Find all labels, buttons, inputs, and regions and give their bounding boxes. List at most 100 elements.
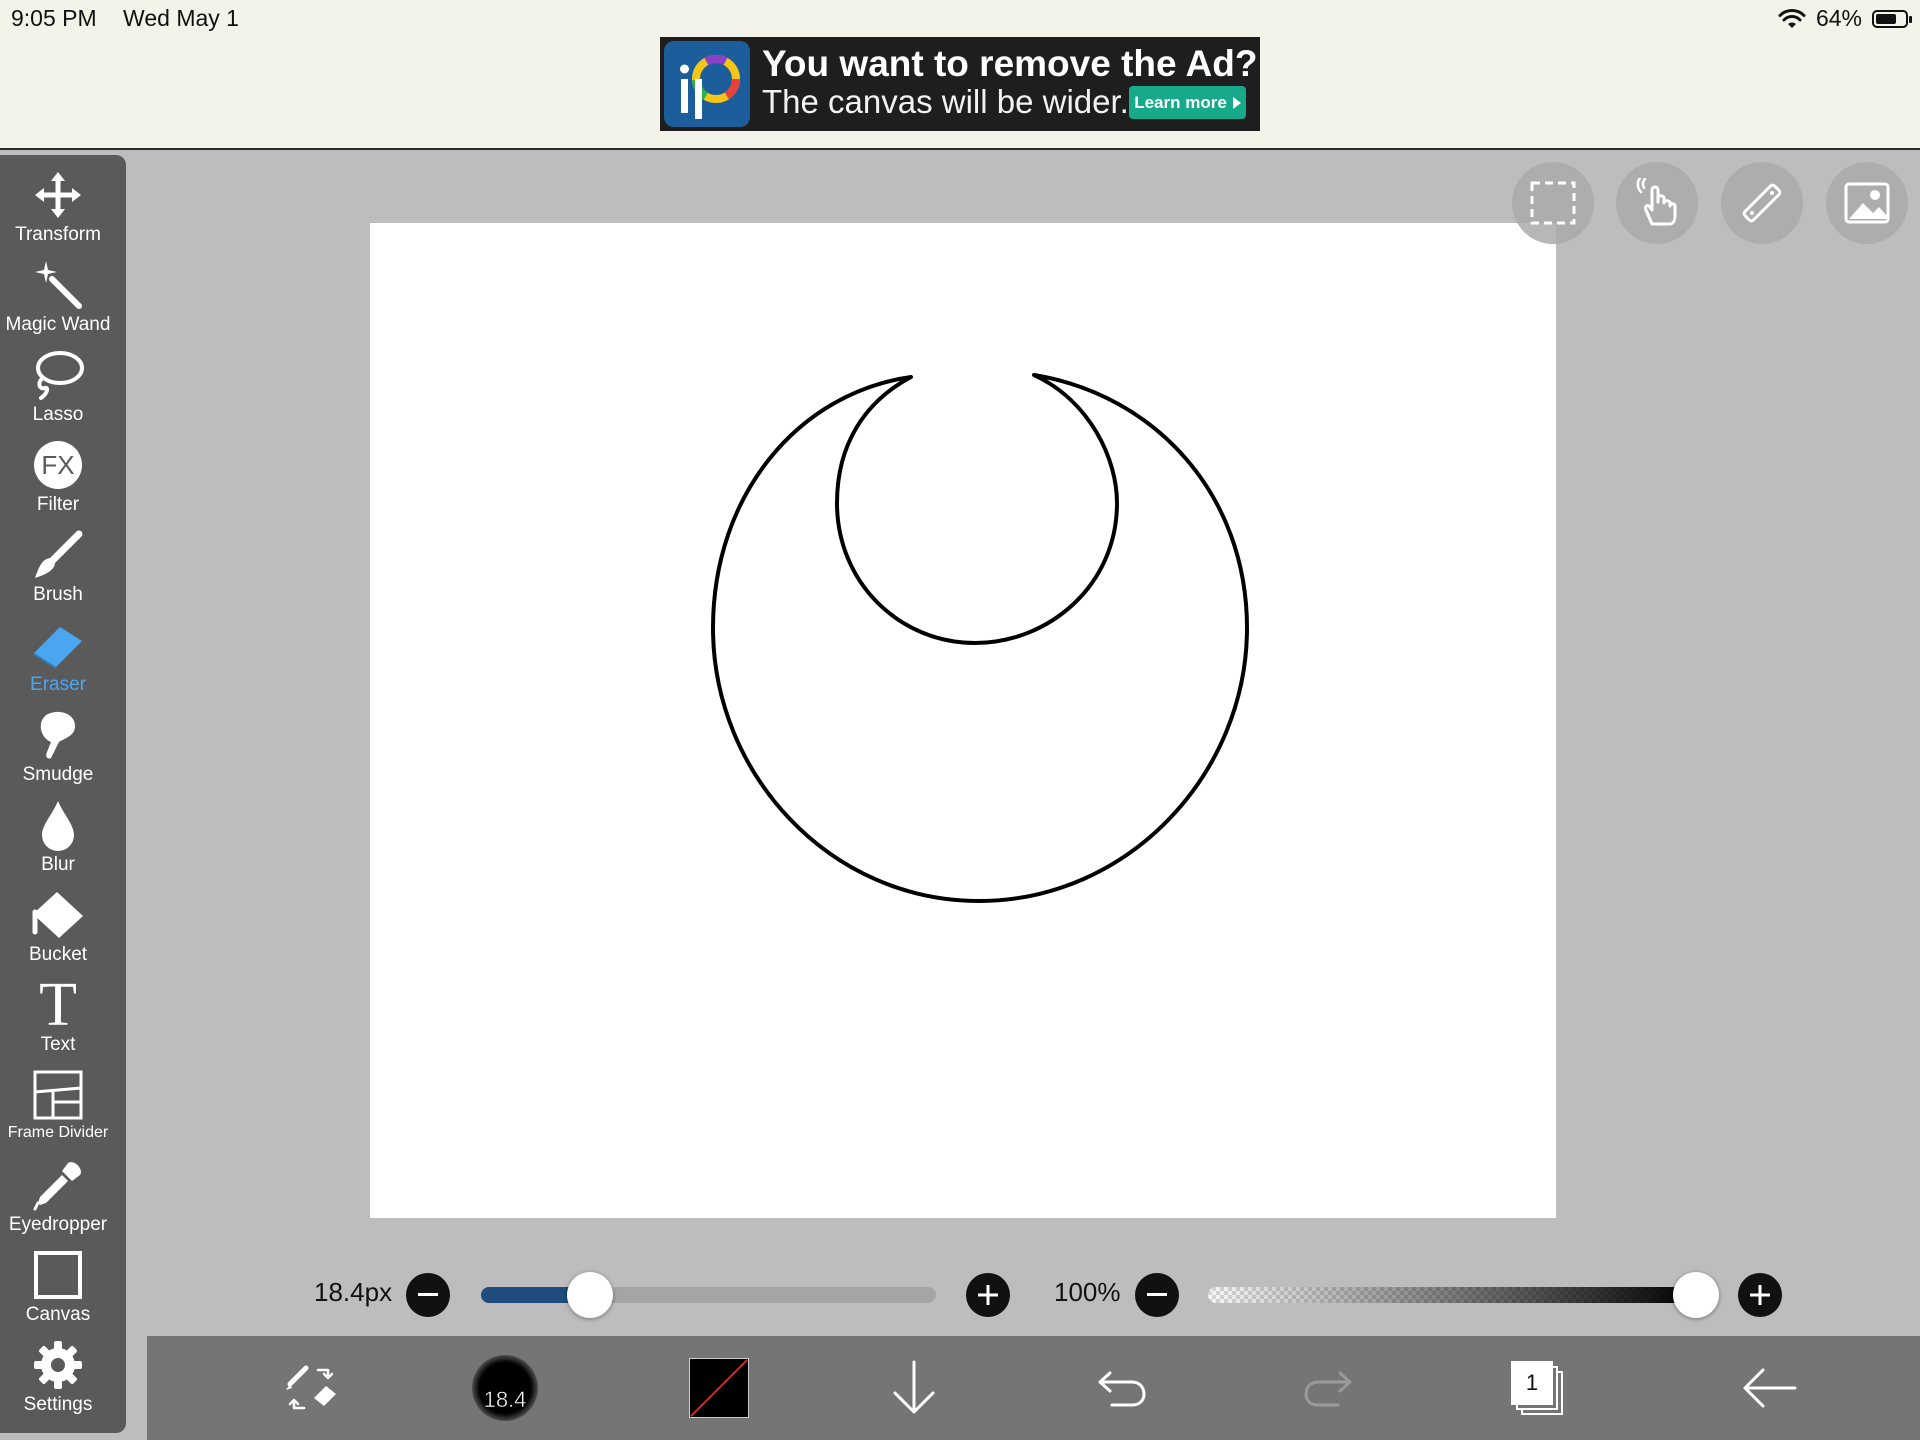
tool-label: Text	[40, 1034, 76, 1055]
opacity-slider[interactable]	[1208, 1287, 1696, 1303]
learn-more-label: Learn more	[1134, 92, 1227, 112]
opacity-value: 100%	[1054, 1277, 1121, 1307]
drawing-canvas[interactable]	[370, 223, 1556, 1218]
swap-tools-icon	[286, 1365, 336, 1410]
brush-icon	[35, 530, 83, 578]
frame-divider-icon	[33, 1070, 83, 1120]
opacity-increase-button[interactable]	[1738, 1273, 1782, 1317]
layers-count: 1	[1511, 1361, 1553, 1405]
tool-eraser[interactable]: Eraser	[0, 616, 116, 706]
tool-lasso[interactable]: Lasso	[0, 346, 116, 436]
tool-label: Eyedropper	[8, 1214, 108, 1235]
text-icon: T	[39, 971, 77, 1039]
brush-size-preview-button[interactable]: 18.4	[470, 1336, 540, 1440]
redo-button[interactable]	[1298, 1336, 1358, 1440]
plus-icon	[1750, 1285, 1770, 1305]
gear-icon	[34, 1341, 82, 1389]
tool-label: Smudge	[22, 764, 94, 785]
swap-brush-eraser-button[interactable]	[267, 1336, 357, 1440]
tool-settings[interactable]: Settings	[0, 1336, 116, 1426]
arrow-left-icon	[1743, 1368, 1797, 1408]
tool-label: Bucket	[28, 944, 88, 965]
tool-blur[interactable]: Blur	[0, 796, 116, 886]
touch-gesture-button[interactable]	[1616, 162, 1698, 244]
lasso-icon	[36, 351, 84, 400]
color-swatch	[689, 1358, 749, 1418]
eraser-icon	[34, 627, 82, 669]
hand-tap-icon	[1636, 178, 1677, 226]
tool-label: Brush	[33, 584, 83, 605]
tool-smudge[interactable]: Smudge	[0, 706, 116, 796]
play-triangle-icon	[1232, 96, 1241, 109]
tool-transform[interactable]: Transform	[0, 166, 116, 256]
fx-icon: FX	[34, 441, 82, 489]
battery-icon	[1872, 9, 1912, 28]
back-button[interactable]	[1734, 1336, 1804, 1440]
top-bar: 9:05 PM Wed May 1 64% You want to remove…	[0, 0, 1920, 150]
redo-icon	[1304, 1371, 1352, 1407]
canvas-icon	[34, 1251, 82, 1299]
selection-button[interactable]	[1512, 162, 1594, 244]
brush-size-value: 18.4px	[314, 1277, 393, 1307]
selection-rect-icon	[1530, 181, 1576, 225]
tool-label: Lasso	[32, 404, 84, 425]
tool-label: Canvas	[25, 1304, 91, 1325]
undo-icon	[1098, 1371, 1146, 1407]
layers-button[interactable]: 1	[1497, 1336, 1577, 1440]
plus-icon	[978, 1285, 998, 1305]
tool-bucket[interactable]: Bucket	[0, 886, 116, 976]
tool-label: Magic Wand	[5, 314, 111, 335]
tool-label: Filter	[36, 494, 80, 515]
brush-size-knob[interactable]	[567, 1272, 614, 1318]
tool-text[interactable]: T Text	[0, 971, 116, 1066]
tool-label: Transform	[15, 224, 101, 245]
layers-icon: 1	[1511, 1361, 1563, 1415]
tool-label: Frame Divider	[7, 1124, 109, 1141]
brush-size-badge-label: 18.4	[483, 1387, 527, 1413]
status-time: 9:05 PM	[11, 5, 97, 31]
blur-drop-icon	[42, 801, 74, 851]
status-left: 9:05 PM Wed May 1	[11, 5, 259, 32]
tool-magic-wand[interactable]: Magic Wand	[0, 256, 116, 346]
tool-label: Settings	[23, 1394, 93, 1415]
bottom-toolbar: 18.4 1	[147, 1336, 1920, 1440]
brush-size-slider[interactable]	[481, 1287, 936, 1303]
ad-title: You want to remove the Ad?	[762, 43, 1258, 84]
tool-brush[interactable]: Brush	[0, 526, 116, 616]
arrow-down-icon	[893, 1360, 935, 1414]
ruler-button[interactable]	[1721, 162, 1803, 244]
tool-label: Blur	[41, 854, 75, 875]
status-right: 64%	[1778, 5, 1912, 32]
tool-label: Eraser	[30, 674, 86, 695]
download-button[interactable]	[884, 1336, 944, 1440]
ruler-icon	[1742, 183, 1782, 223]
opacity-knob[interactable]	[1673, 1272, 1719, 1318]
status-date: Wed May 1	[123, 5, 239, 31]
eyedropper-icon	[33, 1162, 81, 1211]
color-picker-button[interactable]	[687, 1336, 751, 1440]
drawn-crescent-shape	[711, 373, 1249, 903]
undo-button[interactable]	[1092, 1336, 1152, 1440]
wifi-icon	[1778, 8, 1806, 28]
ibis-paint-logo-icon	[664, 41, 750, 127]
tool-filter[interactable]: FX Filter	[0, 436, 116, 526]
brush-size-decrease-button[interactable]	[406, 1273, 450, 1317]
move-arrows-icon	[35, 172, 81, 218]
tool-eyedropper[interactable]: Eyedropper	[0, 1156, 116, 1246]
tool-canvas[interactable]: Canvas	[0, 1246, 116, 1336]
minus-icon	[418, 1293, 438, 1296]
ad-subtitle: The canvas will be wider.	[762, 83, 1129, 120]
tool-panel: Transform Magic Wand Lasso FX Filter Bru…	[0, 155, 126, 1433]
ad-banner[interactable]: You want to remove the Ad? The canvas wi…	[660, 37, 1260, 131]
brush-size-increase-button[interactable]	[966, 1273, 1010, 1317]
image-icon	[1844, 182, 1890, 224]
opacity-decrease-button[interactable]	[1135, 1273, 1179, 1317]
tool-frame-divider[interactable]: Frame Divider	[0, 1066, 116, 1156]
bucket-icon	[32, 892, 83, 938]
magic-wand-icon	[35, 261, 82, 309]
learn-more-button[interactable]: Learn more	[1129, 86, 1246, 119]
battery-percent: 64%	[1815, 5, 1862, 31]
smudge-icon	[40, 711, 75, 759]
brush-size-badge: 18.4	[472, 1355, 538, 1421]
reference-image-button[interactable]	[1826, 162, 1908, 244]
